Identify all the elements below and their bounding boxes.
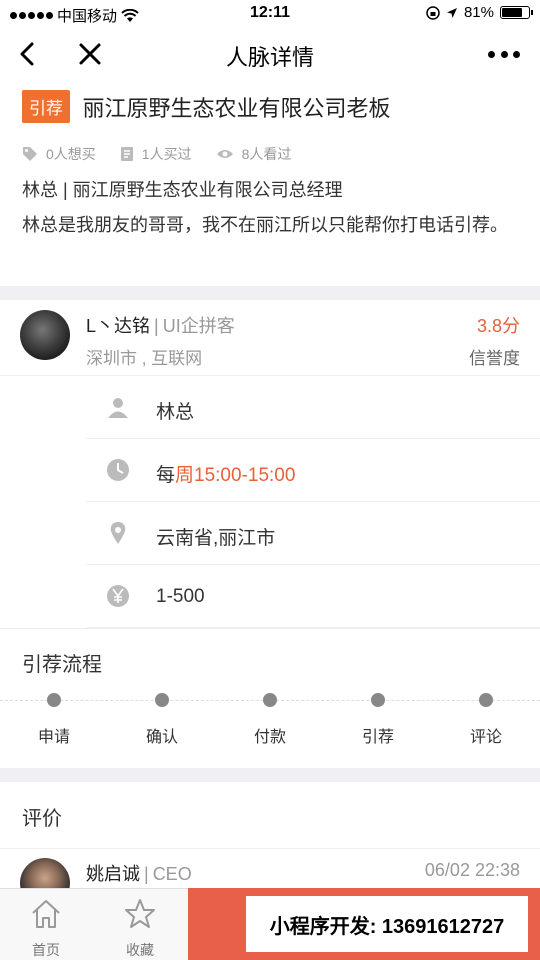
row-divider [0, 628, 540, 629]
listing-subtitle: 林总 | 丽江原野生态农业有限公司总经理 [22, 180, 343, 200]
flow-step-refer: 引荐 [338, 693, 418, 747]
stat-want: 0人想买 [22, 144, 96, 164]
person-icon [108, 398, 128, 418]
flow-step-apply: 申请 [14, 693, 94, 747]
detail-price: 1-500 [86, 566, 540, 628]
tag-icon [23, 147, 37, 161]
reviews-title: 评价 [22, 808, 62, 830]
reviewer-name-line: 姚启诚 | CEO [86, 860, 192, 886]
detail-location: 云南省,丽江市 [86, 503, 540, 565]
tab-favorite[interactable]: 收藏 [94, 889, 186, 960]
detail-contact-text: 林总 [156, 402, 195, 423]
listing-header: 引荐 丽江原野生态农业有限公司老板 [22, 90, 522, 123]
avatar[interactable] [20, 310, 70, 360]
battery-icon [500, 6, 533, 19]
detail-time-text: 每周15:00-15:00 [156, 460, 295, 487]
stat-bought-label: 1人买过 [141, 146, 192, 162]
flow-step-pay: 付款 [230, 693, 310, 747]
section-divider [0, 768, 540, 782]
receipt-icon [120, 147, 133, 161]
star-icon [125, 899, 155, 928]
seller-score-label: 信誉度 [469, 349, 520, 368]
map-pin-icon [110, 522, 126, 544]
rotation-lock-icon [426, 5, 440, 20]
row-divider [0, 848, 540, 849]
seller-score: 3.8分 [476, 316, 520, 336]
location-arrow-icon [446, 7, 457, 18]
seller-name-line: L丶达铭 | UI企拼客 [86, 312, 235, 338]
more-icon[interactable] [488, 40, 520, 68]
flow-step-confirm: 确认 [122, 693, 202, 747]
flow-title: 引荐流程 [22, 654, 102, 676]
name-separator: | [144, 864, 149, 884]
tab-favorite-label: 收藏 [126, 942, 154, 958]
name-separator: | [154, 316, 159, 336]
detail-time-prefix: 每 [156, 465, 176, 486]
stat-viewed-label: 8人看过 [241, 146, 292, 162]
listing-stats: 0人想买 1人买过 8人看过 [22, 144, 291, 164]
seller-card[interactable]: L丶达铭 | UI企拼客 深圳市 , 互联网 3.8分 信誉度 [0, 300, 540, 376]
stat-bought: 1人买过 [120, 144, 192, 164]
yen-icon [107, 585, 129, 607]
listing-title: 丽江原野生态农业有限公司老板 [82, 95, 391, 121]
listing-tag: 引荐 [22, 90, 70, 123]
status-right: 81% [426, 4, 533, 21]
tab-home-label: 首页 [32, 942, 60, 958]
seller-location: 深圳市 , 互联网 [86, 349, 203, 368]
reviewer-name: 姚启诚 [86, 864, 140, 884]
clock-icon [107, 459, 129, 481]
seller-role: UI企拼客 [162, 316, 235, 336]
seller-name: L丶达铭 [86, 316, 151, 336]
home-icon [32, 900, 60, 928]
detail-time: 每周15:00-15:00 [86, 440, 540, 502]
battery-label: 81% [463, 4, 494, 21]
stat-viewed: 8人看过 [216, 144, 292, 164]
page-title: 人脉详情 [225, 45, 314, 70]
review-time: 06/02 22:38 [424, 860, 520, 880]
promo-overlay: 小程序开发: 13691612727 [246, 896, 528, 952]
status-bar: 中国移动 12:11 81% [0, 0, 540, 28]
detail-time-value: 周15:00-15:00 [175, 465, 296, 486]
flow-step-review: 评论 [446, 693, 526, 747]
eye-icon [216, 150, 233, 158]
section-divider [0, 286, 540, 300]
reviewer-role: CEO [152, 864, 192, 884]
detail-location-text: 云南省,丽江市 [156, 528, 276, 549]
stat-want-label: 0人想买 [46, 146, 96, 162]
nav-bar: 人脉详情 [0, 28, 540, 80]
listing-description: 林总是我朋友的哥哥，我不在丽江所以只能帮你打电话引荐。 [22, 215, 508, 235]
detail-price-text: 1-500 [156, 586, 205, 607]
detail-contact: 林总 [86, 377, 540, 439]
tab-home[interactable]: 首页 [0, 889, 92, 960]
